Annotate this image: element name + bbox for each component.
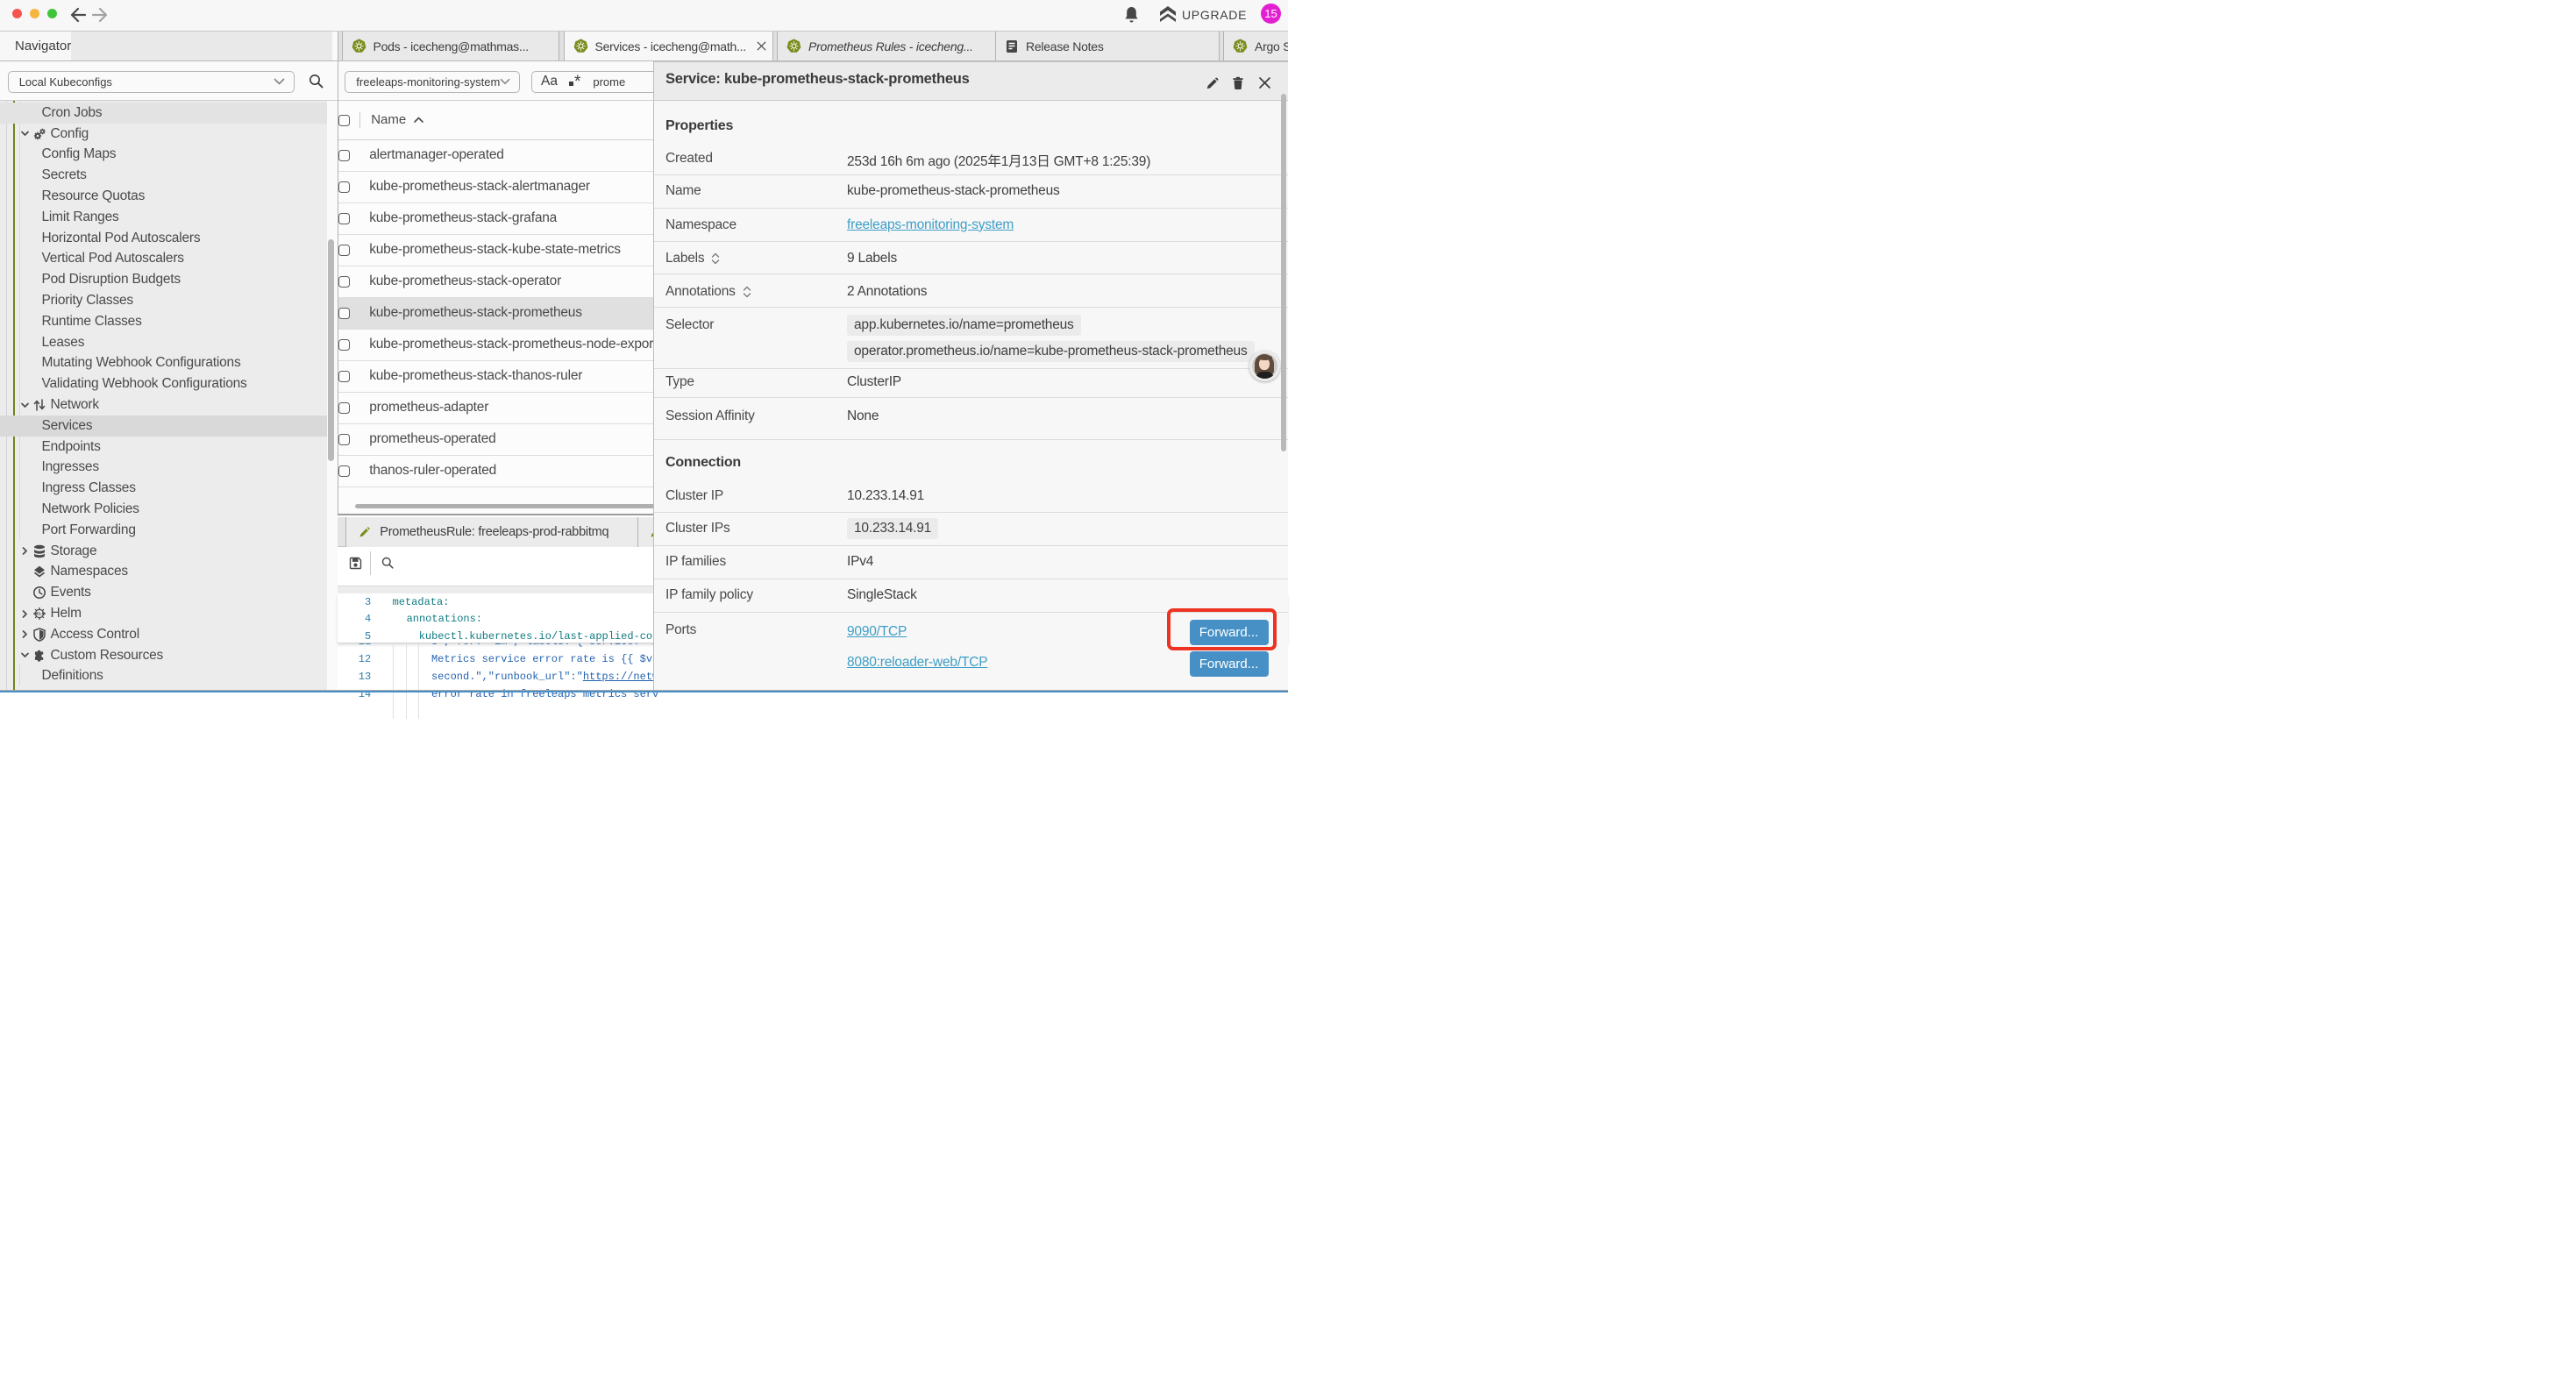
svg-text:HELM: HELM	[34, 612, 46, 616]
